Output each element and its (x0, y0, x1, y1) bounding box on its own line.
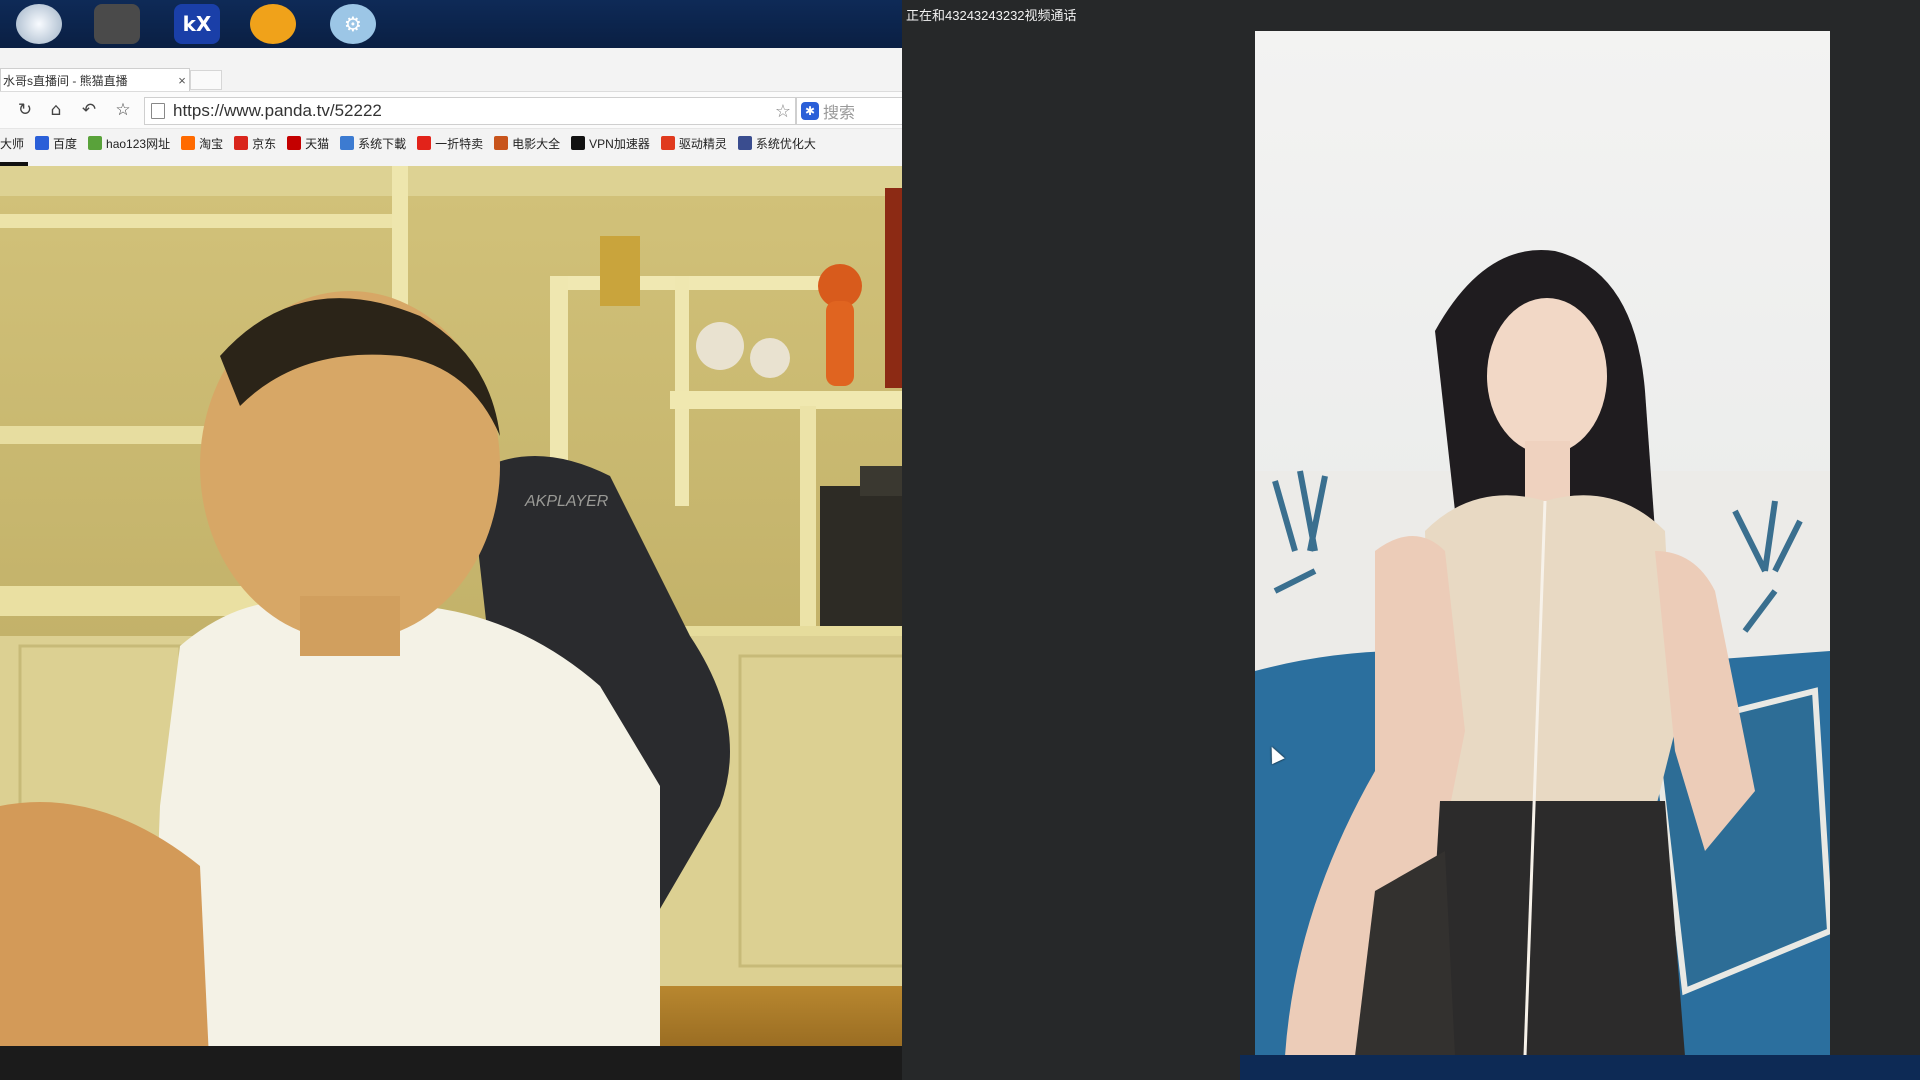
bookmark-favicon-icon (417, 136, 432, 150)
bookmark-item[interactable]: 京东 (234, 135, 276, 152)
bookmark-item[interactable]: 驱动精灵 (660, 135, 727, 152)
cat-mascot-icon[interactable] (250, 4, 296, 44)
bookmark-favicon-icon (494, 136, 509, 150)
bookmark-label: 系统优化大 (755, 136, 816, 151)
bookmark-item[interactable]: hao123网址 (88, 135, 170, 152)
remote-video-scene (1255, 250, 1830, 1056)
call-status-title: 正在和43243243232视频通话 (906, 8, 1077, 23)
search-box[interactable]: ✱ 搜索 (796, 97, 904, 125)
bookmark-item[interactable]: 系统优化大 (737, 135, 816, 152)
reload-icon[interactable]: ↻ (14, 99, 36, 121)
bookmarks-bar: 大师 百度 hao123网址 淘宝 京东 天猫 系统下載 一折特卖 电影大全 VPN加速器 驱动精灵… (0, 130, 902, 156)
chair-brand-label: AKPLAYER (524, 493, 609, 510)
bookmark-label: 驱动精灵 (678, 136, 727, 151)
kx-icon[interactable]: kX (174, 4, 220, 44)
bookmark-favicon-icon (660, 136, 675, 150)
home-icon[interactable]: ⌂ (45, 99, 67, 121)
bookmark-label: 天猫 (305, 136, 330, 151)
bookmark-label: 百度 (53, 136, 78, 151)
bookmark-item[interactable]: 电影大全 (494, 135, 560, 152)
url-text[interactable]: https://www.panda.tv/52222 (173, 101, 771, 121)
bookmark-favicon-icon (234, 136, 249, 150)
bookmark-item[interactable]: 百度 (35, 135, 77, 152)
favorite-star-icon[interactable]: ☆ (112, 99, 134, 121)
bookmark-item[interactable]: VPN加速器 (571, 135, 650, 152)
bookmark-favicon-icon (35, 136, 50, 150)
bookmark-label: 京东 (252, 136, 277, 151)
bookmark-favicon-icon (88, 136, 103, 150)
navigation-bar: ↻ ⌂ ↶ ☆ https://www.panda.tv/52222 ☆ ✱ 搜… (0, 91, 904, 129)
bookmark-label: hao123网址 (106, 136, 171, 151)
bookmark-item[interactable]: 大师 (0, 135, 24, 152)
bookmark-item[interactable]: 一折特卖 (417, 135, 483, 152)
bookmark-label: 电影大全 (512, 136, 561, 151)
tab-close-icon[interactable]: × (175, 73, 189, 88)
browser-window: 水哥s直播间 - 熊猫直播 × ↻ ⌂ ↶ ☆ https://www.pand… (0, 48, 904, 167)
bookmark-label: 大师 (0, 136, 25, 151)
bookmark-item[interactable]: 淘宝 (181, 135, 223, 152)
disk-tool-icon[interactable] (16, 4, 62, 44)
remote-video (1255, 31, 1830, 1056)
gear-app-icon[interactable]: ⚙ (330, 4, 376, 44)
taskbar-edge (1240, 1055, 1920, 1080)
baidu-paw-icon: ✱ (801, 102, 819, 120)
address-bar[interactable]: https://www.panda.tv/52222 ☆ (144, 97, 796, 125)
tab-title: 水哥s直播间 - 熊猫直播 (3, 73, 128, 88)
bookmark-label: VPN加速器 (589, 136, 650, 151)
browser-tab[interactable]: 水哥s直播间 - 熊猫直播 × (0, 68, 190, 91)
bookmark-item[interactable]: 系统下載 (340, 135, 406, 152)
bookmark-favicon-icon (287, 136, 302, 150)
new-tab-button[interactable] (190, 70, 222, 90)
bookmark-favicon-icon (181, 136, 196, 150)
page-icon (151, 103, 165, 119)
bookmark-star-icon[interactable]: ☆ (771, 101, 795, 122)
bookmark-label: 一折特卖 (435, 136, 484, 151)
search-placeholder: 搜索 (823, 105, 856, 122)
undo-icon[interactable]: ↶ (78, 99, 100, 121)
bookmark-label: 系统下載 (358, 136, 407, 151)
bookmark-item[interactable]: 天猫 (287, 135, 329, 152)
bookmark-favicon-icon (571, 136, 586, 150)
bookmark-favicon-icon (340, 136, 355, 150)
desktop-taskbar-strip: kX ⚙ (0, 0, 902, 48)
bookmark-favicon-icon (737, 136, 752, 150)
game-cat-icon[interactable] (94, 4, 140, 44)
bookmark-label: 淘宝 (199, 136, 224, 151)
